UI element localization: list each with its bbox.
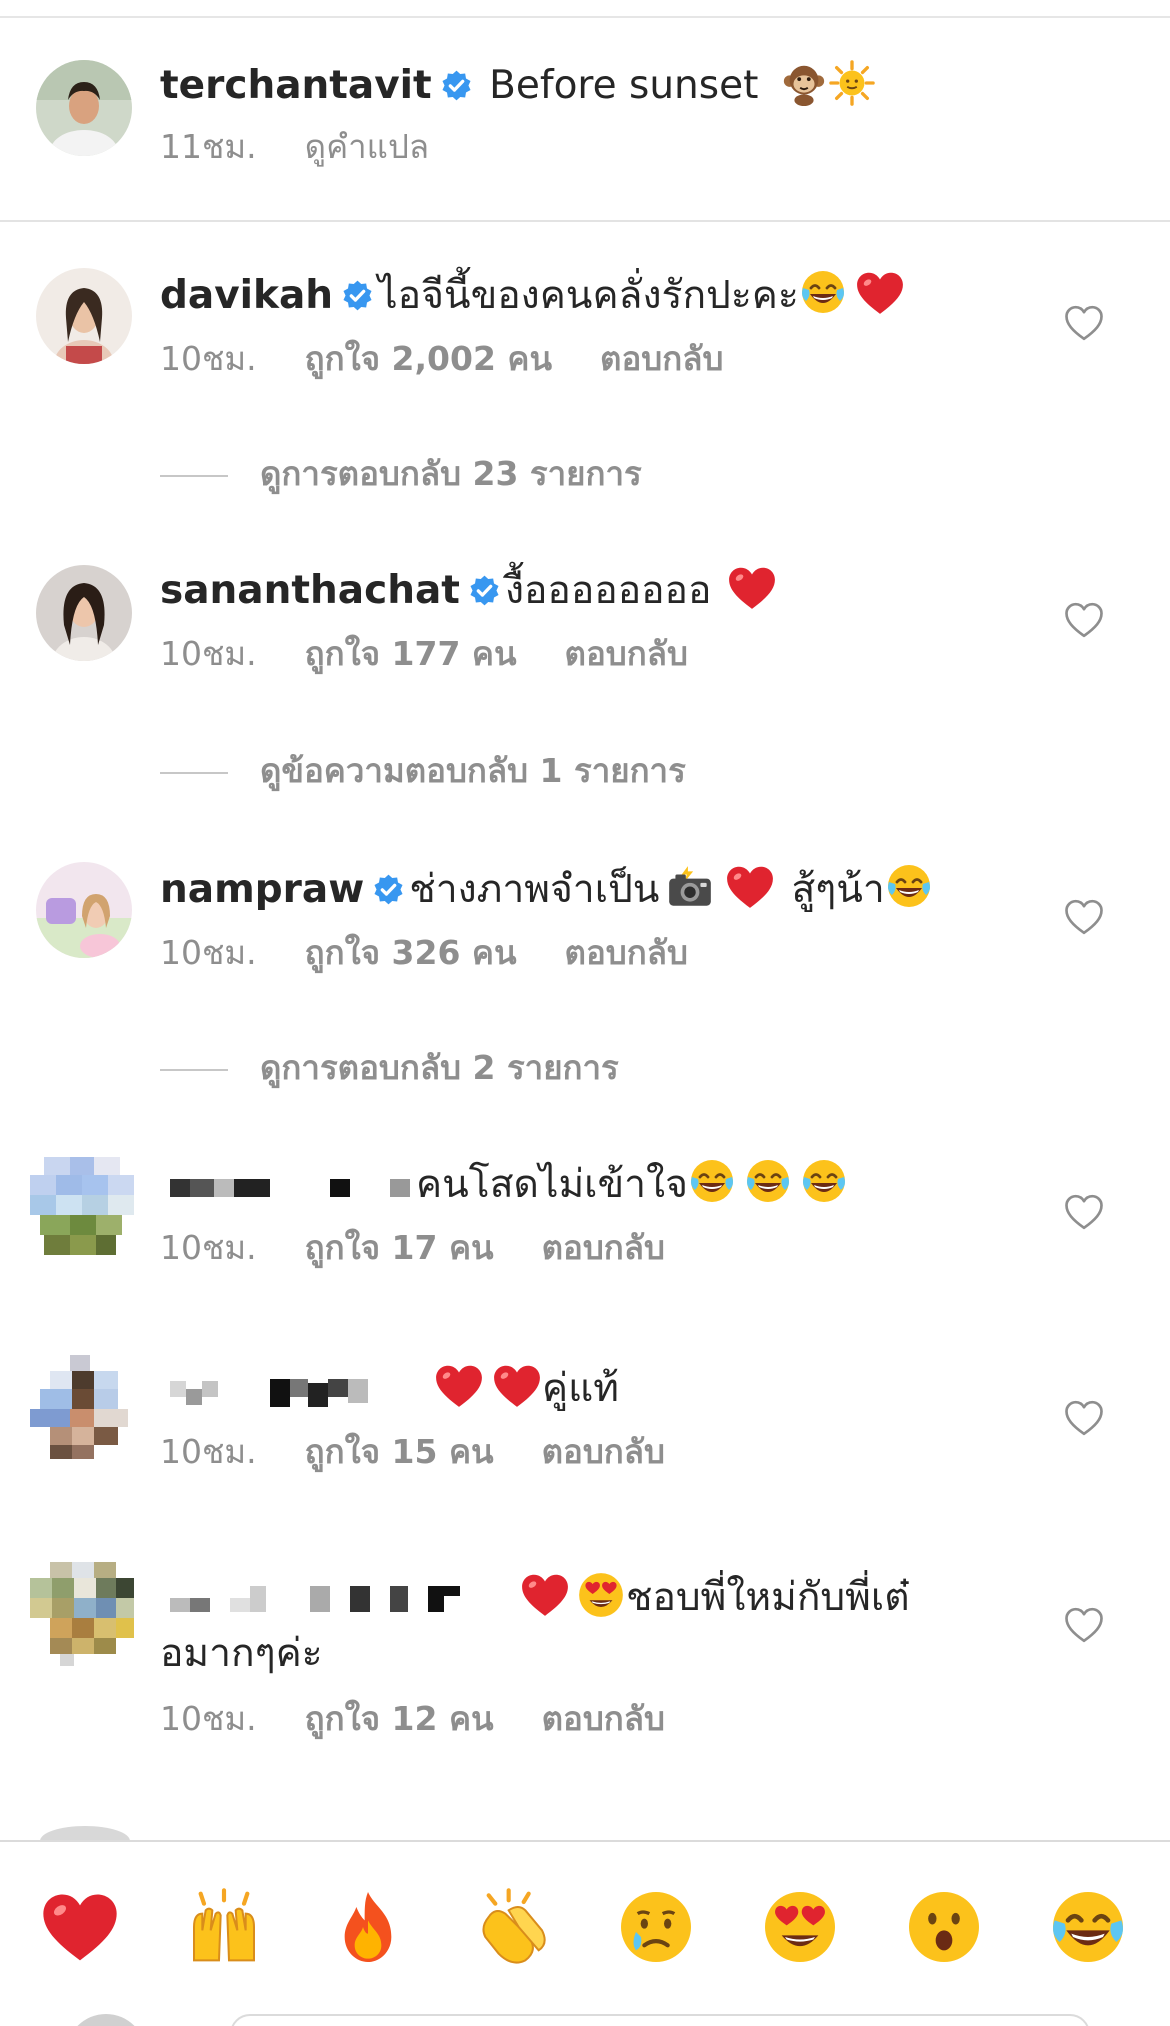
reply-dash [160, 771, 228, 774]
reply-button[interactable]: ตอบกลับ [600, 339, 723, 379]
heart-eyes-emoji-icon [576, 1570, 626, 1620]
view-replies-label: ดูการตอบกลับ 2 รายการ [260, 1048, 619, 1087]
verified-badge-icon [468, 574, 501, 607]
view-replies-label: ดูการตอบกลับ 23 รายการ [260, 454, 642, 493]
top-divider [0, 16, 1170, 18]
timestamp: 10ชม. [160, 1432, 257, 1471]
likes-count[interactable]: ถูกใจ 15 คน [305, 1432, 494, 1472]
sun-emoji-icon [829, 60, 875, 106]
monkey-emoji-icon [781, 60, 827, 106]
like-heart-icon[interactable] [1064, 1606, 1104, 1644]
laughing-tears-emoji-icon [800, 1157, 848, 1205]
verified-badge-icon [341, 279, 374, 312]
avatar[interactable] [36, 60, 132, 156]
see-translation-link[interactable]: ดูคำแปล [305, 127, 429, 167]
username[interactable]: terchantavit [160, 63, 432, 108]
red-heart-emoji-icon [725, 864, 775, 910]
pixelated-username[interactable] [160, 1578, 498, 1622]
verified-badge-icon [372, 873, 405, 906]
comment-text: คู่แท้ [542, 1366, 619, 1411]
view-replies-link[interactable]: ดูข้อความตอบกลับ 1 รายการ [160, 751, 686, 791]
like-heart-icon[interactable] [1064, 304, 1104, 342]
comment-text: ชอบพี่ใหม่กับพี่เต๋ [626, 1575, 910, 1620]
timestamp: 11ชม. [160, 127, 257, 166]
timestamp: 10ชม. [160, 634, 257, 673]
pixelated-username[interactable] [160, 1369, 424, 1413]
avatar[interactable] [36, 565, 132, 661]
red-heart-emoji-icon [727, 565, 777, 611]
caption-text: Before sunset [489, 63, 759, 108]
red-heart-emoji-icon [434, 1363, 484, 1409]
red-heart-emoji-icon [492, 1363, 542, 1409]
likes-count[interactable]: ถูกใจ 17 คน [305, 1228, 494, 1268]
avatar[interactable] [36, 862, 132, 958]
pixelated-avatar[interactable] [30, 1355, 134, 1459]
laughing-tears-emoji-icon [885, 862, 933, 910]
comment-input[interactable] [230, 2014, 1090, 2026]
comment-text-continued: อมากๆค่ะ [160, 1631, 323, 1676]
crying-face-emoji-icon[interactable] [611, 1882, 701, 1972]
red-heart-emoji-icon[interactable] [35, 1882, 125, 1972]
reply-button[interactable]: ตอบกลับ [565, 634, 688, 674]
likes-count[interactable]: ถูกใจ 326 คน [305, 933, 517, 973]
fire-emoji-icon[interactable] [323, 1882, 413, 1972]
reply-dash [160, 474, 228, 477]
laughing-tears-emoji-icon [688, 1157, 736, 1205]
laughing-tears-emoji-icon [799, 268, 847, 316]
username[interactable]: sananthachat [160, 568, 460, 613]
avatar[interactable] [36, 268, 132, 364]
timestamp: 10ชม. [160, 1699, 257, 1738]
likes-count[interactable]: ถูกใจ 12 คน [305, 1699, 494, 1739]
pixelated-avatar[interactable] [30, 1562, 134, 1666]
comment-text: ไอจีนี้ของคนคลั่งรักปะคะ [378, 273, 799, 318]
heart-eyes-emoji-icon[interactable] [755, 1882, 845, 1972]
reply-button[interactable]: ตอบกลับ [542, 1699, 665, 1739]
camera-flash-emoji-icon [663, 862, 717, 912]
surprised-face-emoji-icon[interactable] [899, 1882, 989, 1972]
view-replies-label: ดูข้อความตอบกลับ 1 รายการ [260, 751, 686, 790]
reply-button[interactable]: ตอบกลับ [565, 933, 688, 973]
like-heart-icon[interactable] [1064, 1399, 1104, 1437]
laughing-tears-emoji-icon [744, 1157, 792, 1205]
timestamp: 10ชม. [160, 933, 257, 972]
emoji-reaction-bar [0, 1840, 1170, 2026]
laughing-tears-emoji-icon[interactable] [1043, 1882, 1133, 1972]
view-replies-link[interactable]: ดูการตอบกลับ 2 รายการ [160, 1048, 619, 1088]
comment-text: คนโสดไม่เข้าใจ [416, 1162, 688, 1207]
username[interactable]: davikah [160, 273, 333, 318]
reply-button[interactable]: ตอบกลับ [542, 1432, 665, 1472]
raising-hands-emoji-icon[interactable] [179, 1882, 269, 1972]
timestamp: 10ชม. [160, 339, 257, 378]
comment-text: ช่างภาพจำเป็น [409, 867, 660, 912]
like-heart-icon[interactable] [1064, 1193, 1104, 1231]
pixelated-avatar[interactable] [30, 1157, 134, 1261]
reply-button[interactable]: ตอบกลับ [542, 1228, 665, 1268]
red-heart-emoji-icon [520, 1572, 570, 1618]
caption-divider [0, 220, 1170, 222]
verified-badge-icon [440, 69, 473, 102]
timestamp: 10ชม. [160, 1228, 257, 1267]
pixelated-username[interactable] [160, 1167, 416, 1207]
like-heart-icon[interactable] [1064, 898, 1104, 936]
reply-dash [160, 1068, 228, 1071]
like-heart-icon[interactable] [1064, 601, 1104, 639]
username[interactable]: nampraw [160, 867, 364, 912]
likes-count[interactable]: ถูกใจ 2,002 คน [305, 339, 552, 379]
red-heart-emoji-icon [855, 270, 905, 316]
comment-text: งื้ออออออออ [504, 568, 712, 613]
comment-text-2: สู้ๆน้า [791, 867, 885, 912]
clapping-hands-emoji-icon[interactable] [467, 1882, 557, 1972]
view-replies-link[interactable]: ดูการตอบกลับ 23 รายการ [160, 454, 642, 494]
likes-count[interactable]: ถูกใจ 177 คน [305, 634, 517, 674]
